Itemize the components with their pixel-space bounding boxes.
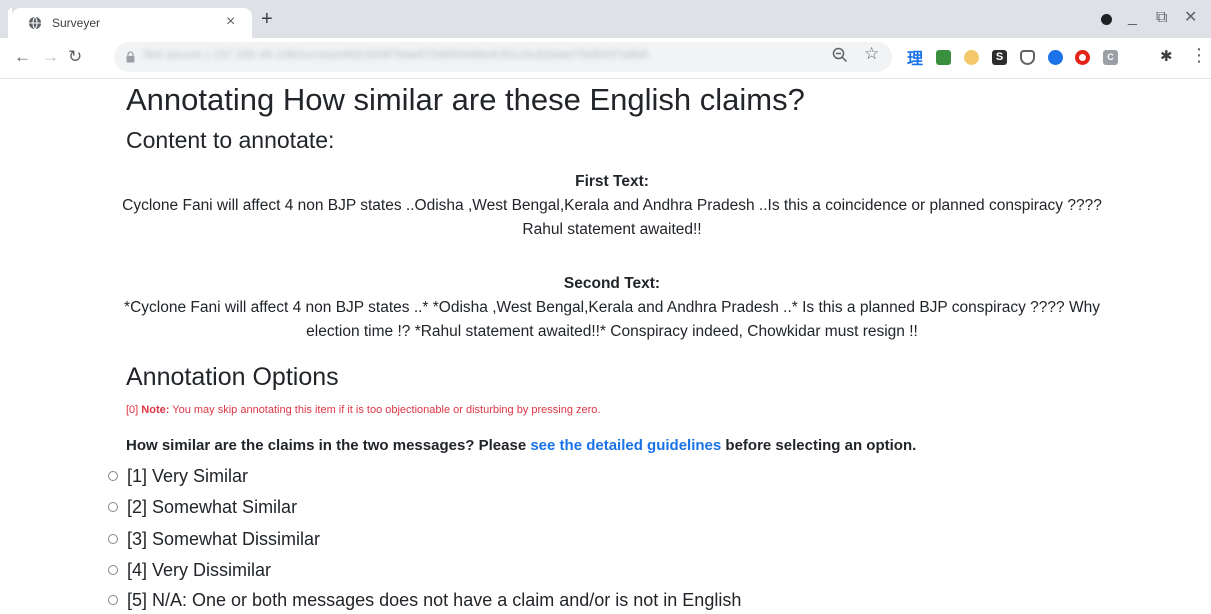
content-heading: Content to annotate:	[126, 127, 335, 153]
minimize-button[interactable]: _	[1128, 8, 1137, 28]
option-label: [1] Very Similar	[127, 465, 249, 486]
globe-icon	[28, 16, 42, 30]
option-label: [2] Somewhat Similar	[127, 496, 298, 517]
option-label: [3] Somewhat Dissimilar	[127, 528, 321, 549]
restore-button[interactable]: ⧉	[1156, 8, 1167, 28]
skip-note: [0] Note: You may skip annotating this i…	[126, 404, 600, 416]
tab-title: Surveyer	[52, 16, 101, 30]
first-text-label: First Text:	[575, 173, 649, 190]
pocket-extension-icon[interactable]	[1020, 50, 1035, 65]
star-icon[interactable]: ☆	[864, 44, 879, 64]
profile-icon[interactable]	[1101, 14, 1112, 25]
radio-button[interactable]	[108, 565, 118, 575]
question-before: How similar are the claims in the two me…	[126, 437, 527, 454]
first-text-body: Cyclone Fani will affect 4 non BJP state…	[122, 197, 1102, 238]
back-icon[interactable]: ←	[14, 47, 31, 67]
new-tab-button[interactable]: +	[261, 9, 273, 29]
option-very-similar[interactable]: [1] Very Similar	[108, 464, 248, 488]
second-text-label: Second Text:	[563, 275, 661, 292]
option-label: [5] N/A: One or both messages does not h…	[127, 589, 742, 610]
note-label: Note:	[141, 404, 170, 416]
radio-button[interactable]	[108, 471, 118, 481]
second-text-block: Second Text: *Cyclone Fani will affect 4…	[122, 272, 1102, 344]
lock-icon	[126, 51, 135, 63]
guidelines-link[interactable]: see the detailed guidelines	[530, 437, 721, 454]
screenshot-extension-icon[interactable]	[936, 50, 951, 65]
blue-extension-icon[interactable]	[1048, 50, 1063, 65]
radio-button[interactable]	[108, 595, 118, 605]
second-text-body: *Cyclone Fani will affect 4 non BJP stat…	[124, 299, 1100, 340]
question-after: before selecting an option.	[725, 437, 917, 454]
menu-icon[interactable]: ⋮	[1190, 45, 1208, 66]
bird-extension-icon[interactable]	[964, 50, 979, 65]
note-prefix: [0]	[126, 404, 139, 416]
tab-close-icon[interactable]: ×	[226, 12, 235, 32]
tab-surveyer[interactable]: Surveyer ×	[12, 8, 252, 38]
option-not-applicable[interactable]: [5] N/A: One or both messages does not h…	[108, 588, 741, 612]
note-text: You may skip annotating this item if it …	[172, 404, 601, 416]
c-extension-icon[interactable]: C	[1103, 50, 1118, 65]
address-bar[interactable]: Not secure | 137.230.49.136/surveys/6d13…	[114, 42, 892, 72]
s-extension-icon[interactable]: S	[992, 50, 1007, 65]
close-window-button[interactable]: ✕	[1184, 8, 1197, 28]
url-text: Not secure | 137.230.49.136/surveys/6d13…	[144, 49, 649, 61]
option-somewhat-dissimilar[interactable]: [3] Somewhat Dissimilar	[108, 527, 320, 551]
browser-tab-strip: Surveyer × + _ ⧉ ✕	[0, 0, 1211, 38]
kanji-extension-icon[interactable]: 理	[907, 45, 923, 69]
radio-button[interactable]	[108, 502, 118, 512]
page-title: Annotating How similar are these English…	[126, 82, 805, 117]
first-text-block: First Text: Cyclone Fani will affect 4 n…	[122, 170, 1102, 242]
options-heading: Annotation Options	[126, 363, 339, 391]
option-label: [4] Very Dissimilar	[127, 559, 272, 580]
question: How similar are the claims in the two me…	[126, 437, 916, 454]
option-somewhat-similar[interactable]: [2] Somewhat Similar	[108, 495, 297, 519]
extensions-icon[interactable]: ✱	[1160, 47, 1173, 65]
forward-icon[interactable]: →	[42, 47, 59, 67]
zoom-icon[interactable]	[832, 47, 848, 63]
reload-icon[interactable]: ↻	[68, 47, 82, 67]
opera-extension-icon[interactable]	[1075, 50, 1090, 65]
radio-button[interactable]	[108, 534, 118, 544]
option-very-dissimilar[interactable]: [4] Very Dissimilar	[108, 558, 271, 582]
